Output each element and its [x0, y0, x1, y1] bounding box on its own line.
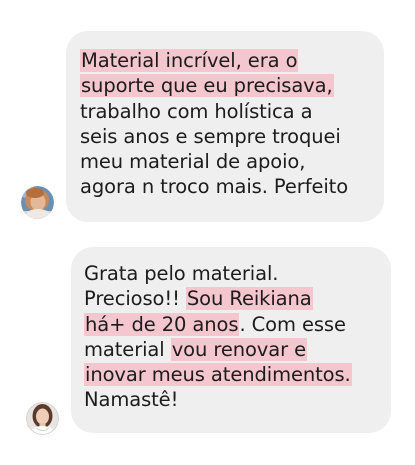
avatar[interactable] [21, 186, 54, 219]
highlighted-text: suporte que eu precisava, [80, 74, 334, 98]
message-bubble[interactable]: Material incrível, era o suporte que eu … [66, 31, 384, 222]
plain-text: Grata pelo material. [84, 262, 279, 285]
chat-message: Grata pelo material. Precioso!! Sou Reik… [0, 230, 415, 465]
highlighted-text: há+ de 20 anos [84, 312, 240, 336]
text-line: meu material de apoio, [80, 149, 384, 174]
highlighted-text: inovar meus atendimentos. [84, 363, 352, 387]
chat-message: Material incrível, era o suporte que eu … [0, 0, 415, 230]
text-line: seis anos e sempre troquei [80, 124, 384, 149]
text-line: Grata pelo material. [84, 261, 391, 286]
highlighted-text: Sou Reikiana [185, 287, 313, 311]
text-line: Namastê! [84, 387, 391, 412]
plain-text: trabalho com holística a [80, 99, 313, 123]
text-line: trabalho com holística a [80, 99, 384, 124]
text-line: inovar meus atendimentos. [84, 362, 391, 387]
message-text: Grata pelo material. Precioso!! Sou Reik… [84, 261, 391, 413]
highlighted-text: vou renovar e [170, 337, 308, 361]
plain-text: material [84, 337, 171, 361]
message-bubble[interactable]: Grata pelo material. Precioso!! Sou Reik… [71, 247, 391, 433]
avatar-photo [21, 186, 54, 219]
plain-text: meu material de apoio, [80, 150, 306, 174]
highlighted-text: Material incrível, era o [80, 49, 299, 72]
plain-text: Namastê! [84, 388, 179, 412]
text-line: Precioso!! Sou Reikiana [84, 286, 391, 311]
avatar-photo [26, 402, 59, 435]
text-line: agora n troco mais. Perfeito [80, 174, 384, 199]
plain-text: . Com esse [239, 312, 346, 336]
text-line: há+ de 20 anos. Com esse [84, 312, 391, 337]
message-text: Material incrível, era o suporte que eu … [80, 48, 384, 200]
plain-text: agora n troco mais. Perfeito [80, 175, 349, 199]
text-line: material vou renovar e [84, 337, 391, 362]
text-line: suporte que eu precisava, [80, 73, 384, 98]
text-line: Material incrível, era o [80, 48, 384, 73]
plain-text: seis anos e sempre troquei [80, 124, 341, 148]
avatar[interactable] [26, 402, 59, 435]
plain-text: Precioso!! [84, 287, 186, 311]
